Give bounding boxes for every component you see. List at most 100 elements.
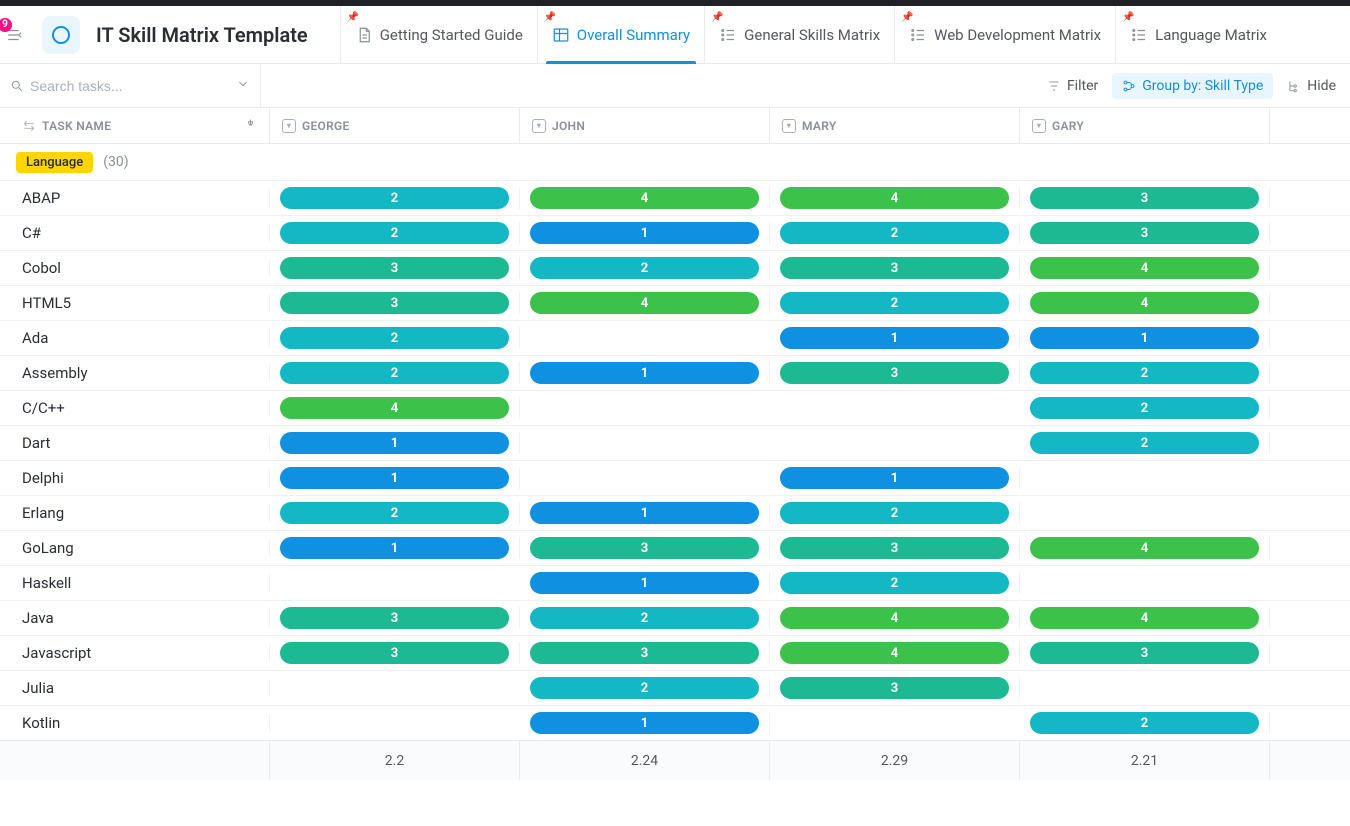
table-row[interactable]: Kotlin 1 2 [0,705,1350,740]
tab-web-dev[interactable]: 📌 Web Development Matrix [894,6,1115,63]
task-cell[interactable]: Haskell [0,574,270,592]
group-header[interactable]: Language (30) [0,144,1350,180]
column-task-name[interactable]: TASK NAME [0,108,270,143]
skill-cell[interactable]: 2 [270,502,520,524]
skill-cell[interactable]: 3 [1020,642,1270,664]
skill-cell[interactable]: 1 [520,362,770,384]
task-cell[interactable]: C/C++ [0,399,270,417]
skill-cell[interactable]: 2 [770,572,1020,594]
skill-cell[interactable]: 4 [1020,537,1270,559]
tab-getting-started[interactable]: 📌 Getting Started Guide [340,6,537,63]
table-row[interactable]: GoLang1334 [0,530,1350,565]
skill-cell[interactable]: 3 [520,642,770,664]
skill-cell[interactable]: 3 [1020,222,1270,244]
skill-cell[interactable]: 2 [270,187,520,209]
skill-cell[interactable]: 1 [520,712,770,734]
search-input[interactable] [30,78,230,94]
sidebar-toggle[interactable]: 9 [4,24,26,46]
table-row[interactable]: Javascript3343 [0,635,1350,670]
skill-cell[interactable]: 4 [520,187,770,209]
column-gary[interactable]: ▾ GARY [1020,108,1270,143]
table-row[interactable]: Ada211 [0,320,1350,355]
table-row[interactable]: Julia 23 [0,670,1350,705]
skill-cell[interactable]: 2 [270,362,520,384]
hide-button[interactable]: Hide [1277,73,1346,99]
skill-cell[interactable]: 2 [770,222,1020,244]
task-cell[interactable]: Java [0,609,270,627]
task-cell[interactable]: Javascript [0,644,270,662]
skill-cell[interactable]: 1 [270,467,520,489]
skill-cell[interactable]: 4 [770,187,1020,209]
table-row[interactable]: Erlang212 [0,495,1350,530]
table-row[interactable]: Dart1 2 [0,425,1350,460]
table-row[interactable]: Java3244 [0,600,1350,635]
table-row[interactable]: Delphi11 [0,460,1350,495]
skill-cell[interactable]: 2 [770,502,1020,524]
skill-cell[interactable]: 2 [520,677,770,699]
skill-cell[interactable]: 4 [1020,257,1270,279]
skill-cell[interactable]: 4 [1020,607,1270,629]
table-row[interactable]: Assembly2132 [0,355,1350,390]
task-cell[interactable]: Erlang [0,504,270,522]
skill-cell[interactable]: 1 [520,572,770,594]
skill-cell[interactable]: 1 [520,502,770,524]
table-row[interactable]: Haskell 12 [0,565,1350,600]
task-cell[interactable]: C# [0,224,270,242]
groupby-button[interactable]: Group by: Skill Type [1112,73,1273,99]
task-cell[interactable]: Delphi [0,469,270,487]
table-row[interactable]: C#2123 [0,215,1350,250]
column-john[interactable]: ▾ JOHN [520,108,770,143]
task-cell[interactable]: HTML5 [0,294,270,312]
skill-cell[interactable]: 3 [770,537,1020,559]
table-row[interactable]: Cobol3234 [0,250,1350,285]
skill-cell[interactable]: 3 [520,537,770,559]
skill-cell[interactable]: 3 [270,257,520,279]
skill-cell[interactable]: 4 [270,397,520,419]
skill-cell[interactable]: 2 [520,257,770,279]
skill-cell[interactable]: 4 [770,642,1020,664]
skill-cell[interactable]: 1 [770,327,1020,349]
tab-overall-summary[interactable]: 📌 Overall Summary [537,6,704,63]
skill-cell[interactable]: 4 [1020,292,1270,314]
filter-button[interactable]: Filter [1037,73,1108,99]
skill-cell[interactable]: 1 [270,537,520,559]
skill-cell[interactable]: 2 [520,607,770,629]
skill-cell[interactable]: 2 [770,292,1020,314]
skill-cell[interactable]: 1 [520,222,770,244]
skill-cell[interactable]: 3 [770,362,1020,384]
task-cell[interactable]: GoLang [0,539,270,557]
table-row[interactable]: ABAP2443 [0,180,1350,215]
skill-cell[interactable]: 4 [770,607,1020,629]
task-cell[interactable]: Cobol [0,259,270,277]
chevron-down-icon[interactable] [236,77,250,95]
column-mary[interactable]: ▾ MARY [770,108,1020,143]
task-cell[interactable]: Kotlin [0,714,270,732]
task-cell[interactable]: Assembly [0,364,270,382]
pin-icon[interactable] [244,118,257,134]
table-row[interactable]: C/C++4 2 [0,390,1350,425]
task-cell[interactable]: ABAP [0,189,270,207]
skill-cell[interactable]: 1 [270,432,520,454]
table-row[interactable]: HTML53424 [0,285,1350,320]
skill-cell[interactable]: 2 [1020,712,1270,734]
skill-cell[interactable]: 2 [1020,362,1270,384]
skill-cell[interactable]: 2 [1020,397,1270,419]
skill-cell[interactable]: 4 [520,292,770,314]
column-george[interactable]: ▾ GEORGE [270,108,520,143]
tab-language[interactable]: 📌 Language Matrix [1115,6,1281,63]
task-cell[interactable]: Dart [0,434,270,452]
skill-cell[interactable]: 2 [1020,432,1270,454]
task-cell[interactable]: Ada [0,329,270,347]
skill-cell[interactable]: 1 [770,467,1020,489]
skill-cell[interactable]: 1 [1020,327,1270,349]
task-cell[interactable]: Julia [0,679,270,697]
skill-cell[interactable]: 2 [270,222,520,244]
skill-cell[interactable]: 3 [270,607,520,629]
space-icon[interactable] [42,16,80,54]
skill-cell[interactable]: 3 [770,677,1020,699]
skill-cell[interactable]: 3 [270,642,520,664]
tab-general-skills[interactable]: 📌 General Skills Matrix [704,6,894,63]
skill-cell[interactable]: 3 [270,292,520,314]
skill-cell[interactable]: 3 [770,257,1020,279]
skill-cell[interactable]: 3 [1020,187,1270,209]
